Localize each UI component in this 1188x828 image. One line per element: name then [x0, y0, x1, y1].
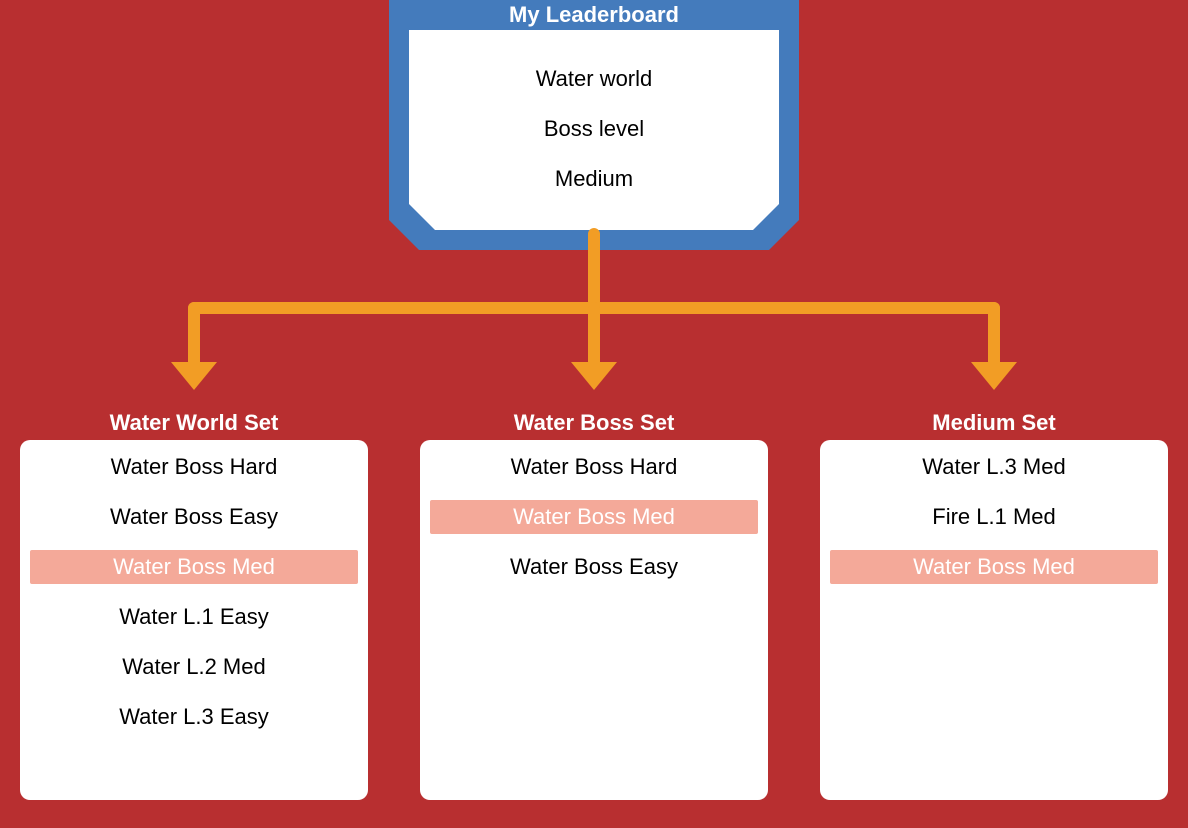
set-item: Water Boss Hard — [511, 454, 678, 479]
set-title: Water Boss Set — [514, 410, 675, 435]
set-card — [820, 440, 1168, 800]
set-title: Medium Set — [932, 410, 1056, 435]
set-title: Water World Set — [110, 410, 279, 435]
set-item: Water Boss Easy — [510, 554, 678, 579]
set-item: Water Boss Med — [113, 554, 275, 579]
set-item: Water L.2 Med — [122, 654, 265, 679]
set-item: Water L.1 Easy — [119, 604, 269, 629]
leaderboard-title: My Leaderboard — [509, 2, 679, 27]
set-item: Water Boss Med — [913, 554, 1075, 579]
set-item: Water Boss Easy — [110, 504, 278, 529]
set-item: Water L.3 Med — [922, 454, 1065, 479]
leaderboard-row: Water world — [536, 66, 653, 91]
leaderboard-row: Boss level — [544, 116, 644, 141]
set-item: Water Boss Med — [513, 504, 675, 529]
set-item: Water L.3 Easy — [119, 704, 269, 729]
set-item: Water Boss Hard — [111, 454, 278, 479]
set-card — [420, 440, 768, 800]
leaderboard-row: Medium — [555, 166, 633, 191]
set-item: Fire L.1 Med — [932, 504, 1056, 529]
